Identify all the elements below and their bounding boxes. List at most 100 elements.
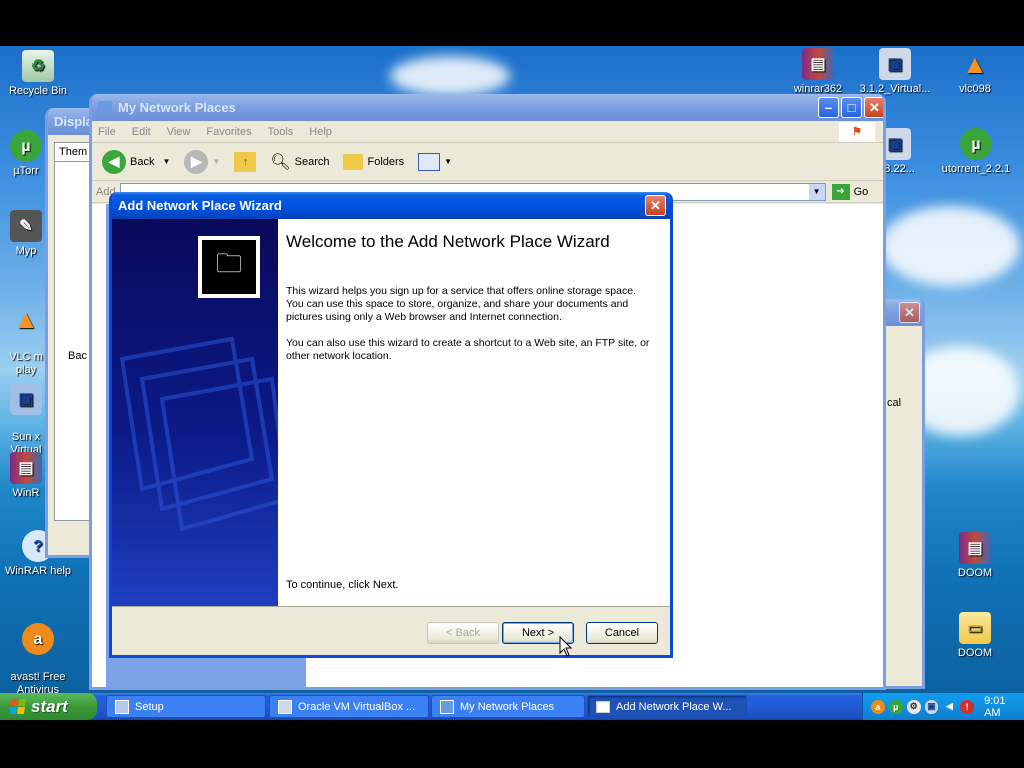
- windows-flag-icon: [8, 699, 27, 714]
- button-label: Cancel: [604, 627, 640, 639]
- chevron-down-icon[interactable]: ▼: [808, 183, 825, 200]
- task-label: Oracle VM VirtualBox ...: [298, 700, 416, 713]
- screen: ♻ Recycle Bin µ µTorr ✎ Myp ▲ VLC m play…: [0, 0, 1024, 768]
- wizard-sidebar: 🗀: [112, 219, 278, 606]
- network-places-icon: [98, 100, 112, 115]
- taskbar-item-wizard[interactable]: Add Network Place W...: [587, 695, 747, 718]
- go-arrow-icon: ➜: [831, 183, 850, 200]
- windows-logo-icon: ⚑: [839, 121, 875, 142]
- desktop-icon-vlc098[interactable]: ▲ vlc098: [938, 48, 1012, 96]
- wizard-content: Welcome to the Add Network Place Wizard …: [278, 219, 670, 606]
- cloud: [390, 56, 510, 96]
- go-button[interactable]: ➜ Go: [828, 182, 873, 202]
- button-label: < Back: [446, 627, 480, 639]
- taskbar-item-my-network-places[interactable]: My Network Places: [431, 695, 585, 718]
- back-label: Back: [130, 155, 155, 168]
- security-alert-icon[interactable]: !: [960, 699, 975, 714]
- background-window[interactable]: ✕ cal: [880, 299, 925, 689]
- desktop: ♻ Recycle Bin µ µTorr ✎ Myp ▲ VLC m play…: [0, 46, 1024, 720]
- utorrent-icon: µ: [10, 130, 42, 162]
- search-label: Search: [294, 155, 330, 168]
- desktop-icon-utorrent-221[interactable]: µ utorrent_2.2.1: [936, 128, 1016, 176]
- explorer-toolbar: ◀ Back ▼ ▶ ▼ ↑ 🔍︎ Search Folders ▼: [92, 143, 883, 181]
- display-window-title: Displa: [54, 114, 94, 129]
- virtualbox-icon: [278, 699, 292, 714]
- explorer-title: My Network Places: [118, 100, 236, 115]
- menu-help[interactable]: Help: [309, 126, 332, 138]
- cancel-button[interactable]: Cancel: [586, 622, 658, 644]
- clock[interactable]: 9:01 AM: [984, 695, 1024, 719]
- menu-view[interactable]: View: [167, 126, 191, 138]
- avast-icon[interactable]: a: [871, 699, 885, 714]
- desktop-icon-label: Recycle Bin: [8, 85, 68, 97]
- start-label: start: [31, 696, 68, 716]
- system-tray: a µ ⚙ ▣ ◀ ! 9:01 AM: [862, 693, 1024, 720]
- wizard-title: Add Network Place Wizard: [118, 198, 282, 213]
- button-label: Next >: [521, 627, 555, 639]
- maximize-button[interactable]: □: [841, 97, 862, 118]
- taskbar: start Setup Oracle VM VirtualBox ... My …: [0, 693, 1024, 720]
- window-icon: [596, 700, 610, 713]
- search-icon: 🔍︎: [270, 153, 291, 171]
- desktop-icon-doom-folder[interactable]: ▭ DOOM: [938, 612, 1012, 660]
- avast-icon: a: [22, 623, 54, 655]
- desktop-icon-recycle-bin[interactable]: ♻ Recycle Bin: [1, 50, 75, 98]
- chevron-down-icon: ▼: [212, 157, 221, 166]
- virtualbox-icon[interactable]: ▣: [924, 699, 939, 714]
- close-button[interactable]: ✕: [864, 97, 883, 118]
- forward-button[interactable]: ▶ ▼: [180, 148, 224, 176]
- winrar-icon: ▤: [959, 532, 991, 564]
- desktop-icon-label: WinRAR help: [4, 565, 72, 577]
- desktop-icon-label: DOOM: [957, 567, 993, 579]
- mypaint-icon: ✎: [10, 210, 42, 242]
- task-label: Setup: [135, 700, 164, 713]
- chevron-down-icon: ▼: [444, 157, 453, 166]
- desktop-icon-virtualbox-312[interactable]: ▣ 3.1.2_Virtual...: [858, 48, 932, 96]
- folders-icon: [343, 153, 364, 170]
- explorer-titlebar[interactable]: My Network Places – □ ✕: [92, 94, 883, 121]
- forward-arrow-icon: ▶: [184, 149, 209, 174]
- vlc-icon: ▲: [13, 303, 39, 334]
- start-button[interactable]: start: [0, 693, 97, 720]
- menu-bar: File Edit View Favorites Tools Help ⚑: [92, 121, 883, 143]
- desktop-icon-winrar362[interactable]: ▤ winrar362: [781, 48, 855, 96]
- winrar-icon: ▤: [802, 48, 834, 80]
- recycle-bin-icon: ♻: [22, 50, 54, 82]
- search-button[interactable]: 🔍︎ Search: [266, 150, 333, 174]
- menu-tools[interactable]: Tools: [268, 126, 294, 138]
- tab-label: Them: [59, 146, 88, 158]
- desktop-icon-label: utorrent_2.2.1: [941, 163, 1011, 175]
- folder-icon: ▭: [959, 612, 991, 644]
- task-label: Add Network Place W...: [616, 700, 732, 713]
- volume-icon[interactable]: ◀: [942, 700, 956, 714]
- background-window-titlebar[interactable]: ✕: [883, 299, 922, 326]
- taskbar-item-virtualbox[interactable]: Oracle VM VirtualBox ...: [269, 695, 429, 718]
- wizard-logo: 🗀: [198, 236, 260, 298]
- add-network-place-wizard[interactable]: Add Network Place Wizard ✕ 🗀 Welcome to …: [109, 192, 673, 658]
- wizard-description: This wizard helps you sign up for a serv…: [286, 285, 636, 323]
- close-button[interactable]: ✕: [645, 195, 666, 216]
- back-button[interactable]: ◀ Back ▼: [98, 148, 174, 176]
- folders-button[interactable]: Folders: [339, 152, 408, 172]
- wizard-titlebar[interactable]: Add Network Place Wizard ✕: [112, 192, 670, 219]
- taskbar-item-setup[interactable]: Setup: [106, 695, 266, 718]
- menu-favorites[interactable]: Favorites: [206, 126, 251, 138]
- utorrent-icon[interactable]: µ: [888, 699, 903, 714]
- close-button[interactable]: ✕: [899, 302, 920, 323]
- go-label: Go: [853, 185, 869, 198]
- folder-up-icon: ↑: [234, 151, 257, 172]
- cloud: [880, 206, 1020, 286]
- task-label: My Network Places: [460, 700, 555, 713]
- wizard-continue-text: To continue, click Next.: [286, 579, 399, 591]
- menu-edit[interactable]: Edit: [132, 126, 151, 138]
- menu-file[interactable]: File: [98, 126, 116, 138]
- back-button[interactable]: < Back: [427, 622, 499, 644]
- network-places-icon: [440, 699, 454, 714]
- desktop-icon-doom-archive[interactable]: ▤ DOOM: [938, 532, 1012, 580]
- minimize-button[interactable]: –: [818, 97, 839, 118]
- utorrent-icon: µ: [960, 128, 992, 160]
- chevron-down-icon: ▼: [162, 157, 171, 166]
- views-button[interactable]: ▼: [414, 151, 456, 173]
- up-button[interactable]: ↑: [230, 150, 260, 174]
- safely-remove-icon[interactable]: ⚙: [906, 699, 921, 714]
